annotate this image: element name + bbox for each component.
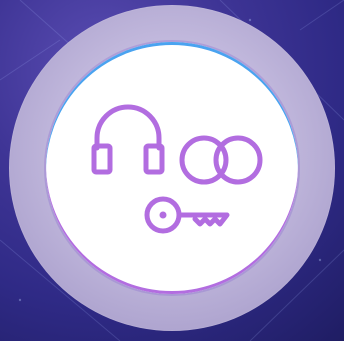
key-icon (143, 194, 231, 236)
rings-icon (177, 131, 271, 189)
headphones-icon (89, 102, 167, 176)
